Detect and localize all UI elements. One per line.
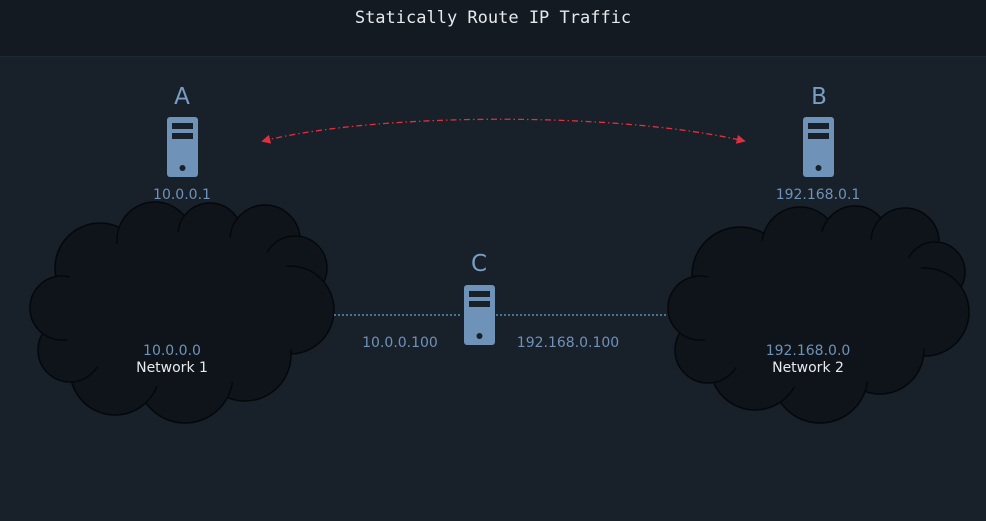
- node-a-label: A: [174, 84, 190, 110]
- node-b-label: B: [811, 84, 827, 110]
- network-2-cloud: [667, 205, 970, 424]
- node-c-ip-right: 192.168.0.100: [517, 335, 619, 351]
- server-b-icon: [803, 117, 834, 177]
- route-arc: [261, 118, 746, 144]
- node-b-ip: 192.168.0.1: [776, 187, 861, 203]
- network-1-cloud: [29, 201, 335, 424]
- network-diagram: A B C 10.0.0.1 192.168.0.1 10.0.0.100 19…: [29, 84, 970, 424]
- node-c-label: C: [471, 251, 487, 277]
- server-c-icon: [464, 285, 495, 345]
- network-2-address: 192.168.0.0: [766, 343, 851, 359]
- network-2-name: Network 2: [772, 360, 844, 376]
- network-1-name: Network 1: [136, 360, 208, 376]
- server-a-icon: [167, 117, 198, 177]
- network-1-address: 10.0.0.0: [143, 343, 201, 359]
- node-a-ip: 10.0.0.1: [153, 187, 211, 203]
- node-c-ip-left: 10.0.0.100: [362, 335, 438, 351]
